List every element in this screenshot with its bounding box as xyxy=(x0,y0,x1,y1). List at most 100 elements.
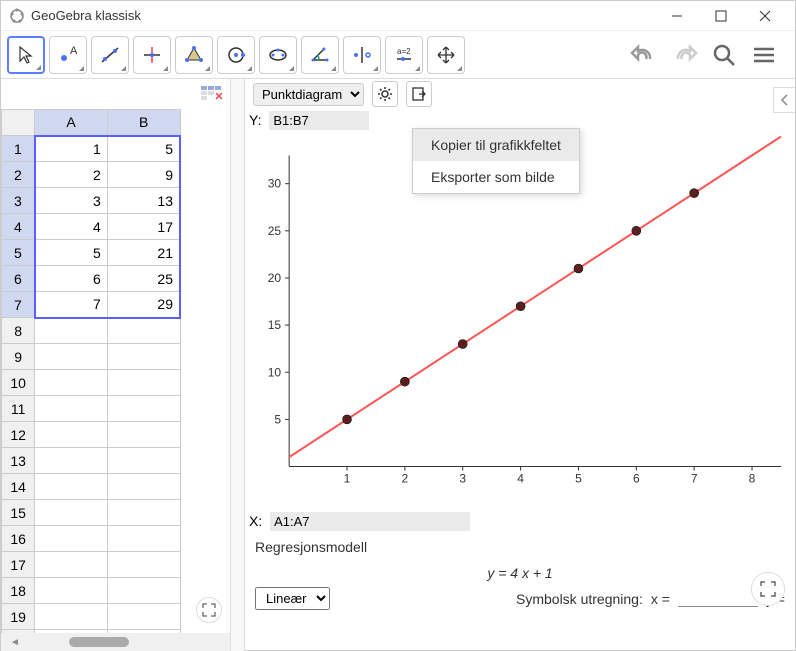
scroll-thumb[interactable] xyxy=(69,637,129,647)
row-header[interactable]: 5 xyxy=(2,240,35,266)
row-header[interactable]: 14 xyxy=(2,474,35,500)
cell[interactable] xyxy=(107,344,180,370)
cell[interactable]: 29 xyxy=(107,292,180,318)
cell[interactable]: 13 xyxy=(107,188,180,214)
fullscreen-button[interactable] xyxy=(196,597,222,623)
cell[interactable] xyxy=(107,578,180,604)
cell[interactable] xyxy=(35,552,108,578)
minimize-button[interactable] xyxy=(655,2,699,30)
undo-button[interactable] xyxy=(629,40,659,70)
cell[interactable]: 6 xyxy=(35,266,108,292)
x-range-field[interactable]: A1:A7 xyxy=(270,512,470,531)
row-header[interactable]: 8 xyxy=(2,318,35,344)
export-button[interactable] xyxy=(406,81,432,107)
menu-export-image[interactable]: Eksporter som bilde xyxy=(413,161,579,193)
cell[interactable] xyxy=(35,604,108,630)
col-header-a[interactable]: A xyxy=(35,110,108,136)
row-header[interactable]: 10 xyxy=(2,370,35,396)
svg-text:15: 15 xyxy=(268,318,282,332)
cell[interactable] xyxy=(35,474,108,500)
polygon-tool[interactable] xyxy=(175,36,213,74)
search-button[interactable] xyxy=(709,40,739,70)
cell[interactable]: 9 xyxy=(107,162,180,188)
cell[interactable] xyxy=(35,396,108,422)
geogebra-logo-icon xyxy=(9,8,25,24)
col-header-b[interactable]: B xyxy=(107,110,180,136)
cell[interactable] xyxy=(107,370,180,396)
row-header[interactable]: 11 xyxy=(2,396,35,422)
cell[interactable]: 5 xyxy=(35,240,108,266)
y-range-field[interactable]: B1:B7 xyxy=(269,111,369,130)
redo-button[interactable] xyxy=(669,40,699,70)
spreadsheet-table[interactable]: A B 115229331344175521662577298910111213… xyxy=(1,109,181,633)
cell[interactable] xyxy=(35,344,108,370)
cell[interactable]: 5 xyxy=(107,136,180,162)
cell[interactable] xyxy=(35,578,108,604)
point-tool[interactable]: A xyxy=(49,36,87,74)
cell[interactable] xyxy=(107,318,180,344)
row-header[interactable]: 4 xyxy=(2,214,35,240)
cell[interactable] xyxy=(107,422,180,448)
cell[interactable] xyxy=(35,526,108,552)
horizontal-scrollbar[interactable]: ◄ xyxy=(1,633,230,651)
angle-tool[interactable] xyxy=(301,36,339,74)
cell[interactable] xyxy=(35,370,108,396)
slider-tool[interactable]: a=2 xyxy=(385,36,423,74)
row-header[interactable]: 19 xyxy=(2,604,35,630)
row-header[interactable]: 15 xyxy=(2,500,35,526)
svg-text:1: 1 xyxy=(344,472,351,486)
svg-text:a=2: a=2 xyxy=(397,47,411,56)
circle-tool[interactable] xyxy=(217,36,255,74)
vertical-scrollbar[interactable] xyxy=(231,79,245,651)
cell[interactable] xyxy=(107,552,180,578)
row-header[interactable]: 7 xyxy=(2,292,35,318)
cell[interactable]: 7 xyxy=(35,292,108,318)
cell[interactable]: 2 xyxy=(35,162,108,188)
cell[interactable] xyxy=(35,422,108,448)
row-header[interactable]: 13 xyxy=(2,448,35,474)
cell[interactable] xyxy=(35,318,108,344)
cell[interactable] xyxy=(107,448,180,474)
cell[interactable] xyxy=(107,474,180,500)
cell[interactable]: 21 xyxy=(107,240,180,266)
cell[interactable]: 17 xyxy=(107,214,180,240)
maximize-button[interactable] xyxy=(699,2,743,30)
svg-text:10: 10 xyxy=(268,365,282,379)
cell[interactable] xyxy=(107,396,180,422)
cell[interactable]: 3 xyxy=(35,188,108,214)
cell[interactable] xyxy=(107,526,180,552)
row-header[interactable]: 17 xyxy=(2,552,35,578)
corner-cell[interactable] xyxy=(2,110,35,136)
format-toggle-button[interactable] xyxy=(200,85,222,103)
reflect-tool[interactable] xyxy=(343,36,381,74)
cell[interactable] xyxy=(107,500,180,526)
cell[interactable]: 25 xyxy=(107,266,180,292)
cell[interactable] xyxy=(107,604,180,630)
row-header[interactable]: 16 xyxy=(2,526,35,552)
row-header[interactable]: 12 xyxy=(2,422,35,448)
cell[interactable] xyxy=(35,500,108,526)
collapse-panel-button[interactable] xyxy=(773,87,795,113)
row-header[interactable]: 6 xyxy=(2,266,35,292)
regression-type-select[interactable]: Lineær xyxy=(255,587,330,610)
line-tool[interactable] xyxy=(91,36,129,74)
fullscreen-button-2[interactable] xyxy=(751,572,785,606)
menu-copy-to-graphics[interactable]: Kopier til grafikkfeltet xyxy=(413,129,579,161)
move-view-tool[interactable] xyxy=(427,36,465,74)
cell[interactable]: 4 xyxy=(35,214,108,240)
cell[interactable]: 1 xyxy=(35,136,108,162)
settings-button[interactable] xyxy=(372,81,398,107)
close-button[interactable] xyxy=(743,2,787,30)
menu-button[interactable] xyxy=(749,40,779,70)
ellipse-tool[interactable] xyxy=(259,36,297,74)
cell[interactable] xyxy=(35,448,108,474)
row-header[interactable]: 18 xyxy=(2,578,35,604)
row-header[interactable]: 3 xyxy=(2,188,35,214)
row-header[interactable]: 1 xyxy=(2,136,35,162)
chart-type-select[interactable]: Punktdiagram xyxy=(253,83,364,106)
row-header[interactable]: 2 xyxy=(2,162,35,188)
row-header[interactable]: 9 xyxy=(2,344,35,370)
move-tool[interactable] xyxy=(7,36,45,74)
perpendicular-tool[interactable] xyxy=(133,36,171,74)
x-input[interactable] xyxy=(678,591,758,607)
